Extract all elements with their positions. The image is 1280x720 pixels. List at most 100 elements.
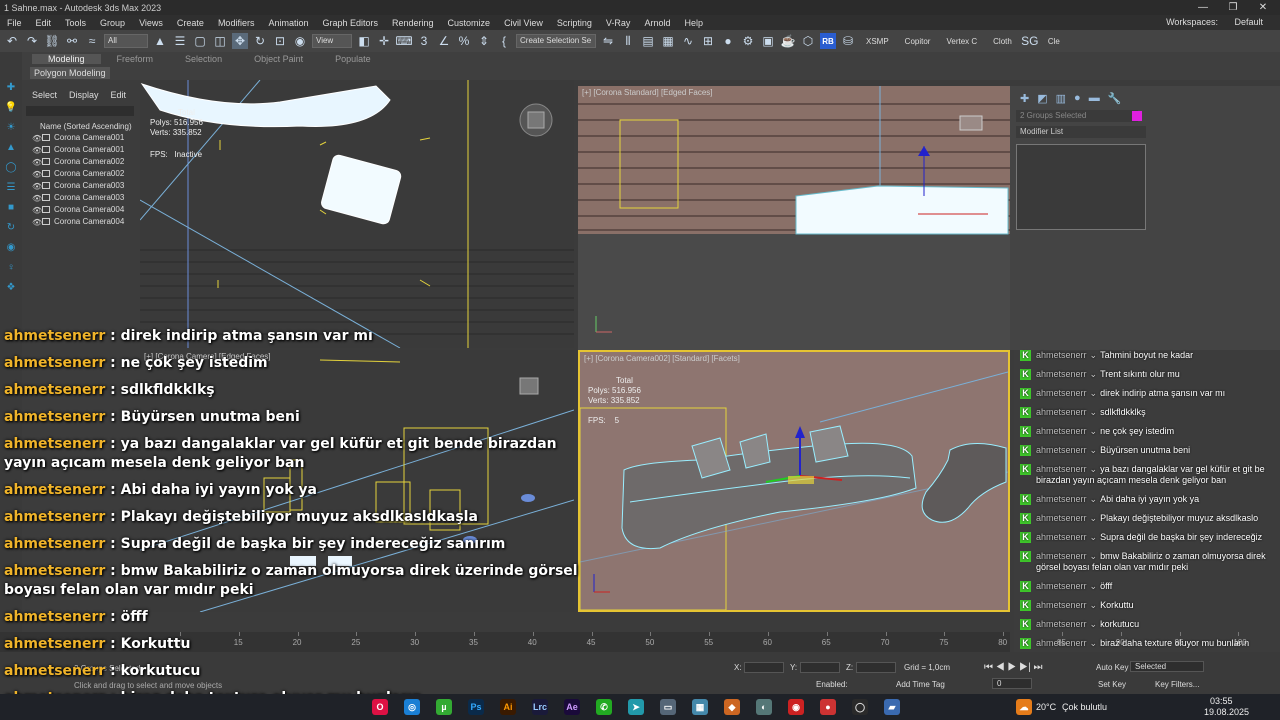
ribbon-tab-selection[interactable]: Selection	[169, 54, 238, 64]
menu-group[interactable]: Group	[93, 18, 132, 28]
sg-icon[interactable]: SG	[1021, 33, 1038, 49]
set-key-button[interactable]: Set Key	[1098, 680, 1126, 689]
mirror-icon[interactable]: ⇋	[600, 33, 616, 49]
toggle-ribbon-icon[interactable]: ▦	[660, 33, 676, 49]
scene-item[interactable]: 👁 Corona Camera003	[22, 193, 140, 205]
visibility-eye-icon[interactable]: 👁	[32, 194, 42, 203]
percent-snap-icon[interactable]: %	[456, 33, 472, 49]
scene-item[interactable]: 👁 Corona Camera002	[22, 169, 140, 181]
telegram-icon[interactable]: ➤	[628, 699, 644, 715]
scene-item[interactable]: 👁 Corona Camera003	[22, 181, 140, 193]
menu-arnold[interactable]: Arnold	[637, 18, 677, 28]
photoshop-icon[interactable]: Ps	[468, 699, 484, 715]
chat-username[interactable]: ahmetsenerr	[1036, 407, 1087, 417]
spinner-snap-icon[interactable]: ⇕	[476, 33, 492, 49]
x-coord-field[interactable]	[744, 662, 784, 673]
rotate-icon[interactable]: ↻	[252, 33, 268, 49]
chat-username[interactable]: ahmetsenerr	[1036, 445, 1087, 455]
z-coord-field[interactable]	[856, 662, 896, 673]
modifier-stack[interactable]	[1016, 144, 1146, 230]
chat-username[interactable]: ahmetsenerr	[1036, 619, 1087, 629]
key-selected-dropdown[interactable]: Selected	[1130, 661, 1204, 672]
scene-item[interactable]: 👁 Corona Camera004	[22, 217, 140, 229]
ribbon-tab-populate[interactable]: Populate	[319, 54, 387, 64]
create-icon[interactable]: ✚	[4, 82, 18, 96]
ribbon-tab-freeform[interactable]: Freeform	[101, 54, 170, 64]
script-icon[interactable]: ⛁	[840, 33, 856, 49]
menu-help[interactable]: Help	[677, 18, 710, 28]
menu-graph-editors[interactable]: Graph Editors	[315, 18, 385, 28]
minimize-button[interactable]: —	[1188, 0, 1218, 15]
clock-date[interactable]: 19.08.2025	[1204, 707, 1249, 717]
place-icon[interactable]: ◉	[292, 33, 308, 49]
curve-editor-icon[interactable]: ∿	[680, 33, 696, 49]
visibility-eye-icon[interactable]: 👁	[32, 158, 42, 167]
modifier-list-dropdown[interactable]: Modifier List	[1016, 126, 1146, 138]
visibility-eye-icon[interactable]: 👁	[32, 182, 42, 191]
snaps-toggle-icon[interactable]: 3	[416, 33, 432, 49]
eye-icon[interactable]: ◉	[4, 242, 18, 256]
unlink-icon[interactable]: ⚯	[64, 33, 80, 49]
rect-region-icon[interactable]: ▢	[192, 33, 208, 49]
app6-icon[interactable]: ▰	[884, 699, 900, 715]
object-color-swatch[interactable]	[1132, 111, 1142, 121]
clock-time[interactable]: 03:55	[1210, 696, 1233, 706]
github-icon[interactable]: ◯	[852, 699, 868, 715]
menu-v-ray[interactable]: V-Ray	[599, 18, 638, 28]
camera-icon[interactable]: ▲	[4, 142, 18, 156]
helper-icon[interactable]: ◯	[4, 162, 18, 176]
render-icon[interactable]: ☕	[780, 33, 796, 49]
redo-icon[interactable]: ↷	[24, 33, 40, 49]
menu-file[interactable]: File	[0, 18, 29, 28]
viewport-top-right-label[interactable]: [+] [Corona Standard] [Edged Faces]	[582, 88, 713, 97]
select-object-icon[interactable]: ▲	[152, 33, 168, 49]
layer-explorer-icon[interactable]: ▤	[640, 33, 656, 49]
auto-key-button[interactable]: Auto Key	[1096, 663, 1128, 672]
modify-tab-icon[interactable]: ◩	[1037, 92, 1047, 105]
chat-username[interactable]: ahmetsenerr	[1036, 426, 1087, 436]
polygon-modeling-tab[interactable]: Polygon Modeling	[30, 67, 110, 79]
scene-root[interactable]: Name (Sorted Ascending)	[22, 122, 140, 131]
menu-views[interactable]: Views	[132, 18, 170, 28]
selection-filter-dropdown[interactable]: All	[104, 34, 148, 48]
menu-animation[interactable]: Animation	[261, 18, 315, 28]
app2-icon[interactable]: ◆	[724, 699, 740, 715]
scene-item[interactable]: 👁 Corona Camera001	[22, 133, 140, 145]
monitor-icon[interactable]: ▭	[660, 699, 676, 715]
viewport-bottom-right-label[interactable]: [+] [Corona Camera002] [Standard] [Facet…	[584, 354, 740, 363]
copitor-button[interactable]: Copitor	[899, 37, 937, 46]
scene-search-input[interactable]	[26, 106, 134, 116]
viewport-top-left[interactable]: Total Polys: 516.956 Verts: 335.852 FPS:…	[140, 80, 574, 348]
xsmp-button[interactable]: XSMP	[860, 37, 895, 46]
align-icon[interactable]: ⫴	[620, 33, 636, 49]
select-manipulate-icon[interactable]: ✛	[376, 33, 392, 49]
app4-icon[interactable]: ◉	[788, 699, 804, 715]
visibility-eye-icon[interactable]: 👁	[32, 146, 42, 155]
cle-button[interactable]: Cle	[1042, 37, 1066, 46]
light-icon[interactable]: 💡	[4, 102, 18, 116]
scene-item[interactable]: 👁 Corona Camera002	[22, 157, 140, 169]
app3-icon[interactable]: ◐	[756, 699, 772, 715]
chat-username[interactable]: ahmetsenerr	[1036, 350, 1087, 360]
chat-username[interactable]: ahmetsenerr	[1036, 464, 1087, 474]
sun-icon[interactable]: ☀	[4, 122, 18, 136]
ribbon-tab-modeling[interactable]: Modeling	[32, 54, 101, 64]
move-icon[interactable]: ✥	[232, 33, 248, 49]
menu-modifiers[interactable]: Modifiers	[211, 18, 262, 28]
scene-tab-select[interactable]: Select	[32, 90, 57, 100]
menu-create[interactable]: Create	[170, 18, 211, 28]
workspace-selector[interactable]: Workspaces: Default	[1159, 15, 1270, 30]
bind-icon[interactable]: ≈	[84, 33, 100, 49]
playback-controls[interactable]: ⏮ ◀ ▶ ▶| ⏭	[984, 662, 1042, 673]
chat-username[interactable]: ahmetsenerr	[1036, 369, 1087, 379]
visibility-eye-icon[interactable]: 👁	[32, 170, 42, 179]
rotate-view-icon[interactable]: ↻	[4, 222, 18, 236]
edit-named-selection-icon[interactable]: {	[496, 33, 512, 49]
schematic-view-icon[interactable]: ⊞	[700, 33, 716, 49]
menu-civil-view[interactable]: Civil View	[497, 18, 550, 28]
illustrator-icon[interactable]: Ai	[500, 699, 516, 715]
visibility-eye-icon[interactable]: 👁	[32, 206, 42, 215]
menu-scripting[interactable]: Scripting	[550, 18, 599, 28]
link-icon[interactable]: ⛓	[44, 33, 60, 49]
visibility-eye-icon[interactable]: 👁	[32, 134, 42, 143]
